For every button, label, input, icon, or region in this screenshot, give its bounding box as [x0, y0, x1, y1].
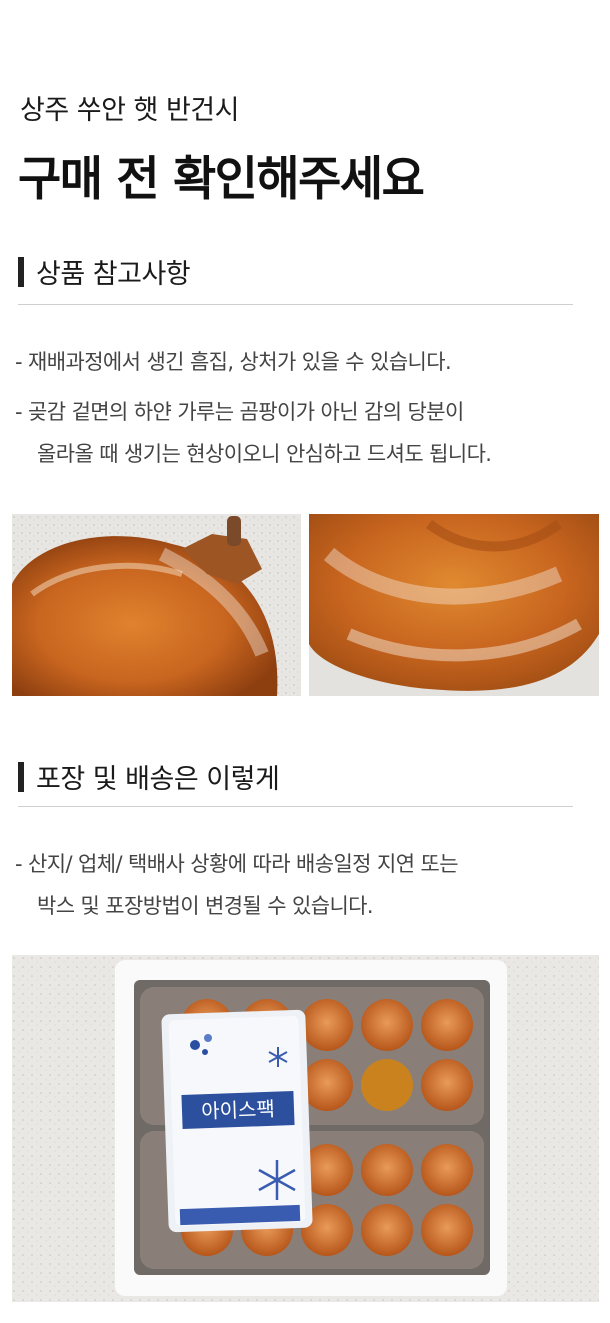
heading-bar: [18, 761, 24, 792]
note-line: - 재배과정에서 생긴 흠집, 상처가 있을 수 있습니다.: [15, 350, 452, 374]
persimmon-closeup-photo-right: [309, 514, 599, 696]
icepack-label: 아이스팩: [201, 1097, 275, 1124]
section-heading-packaging: 포장 및 배송은 이렇게: [18, 757, 280, 796]
note-line: 올라올 때 생기는 현상이오니 안심하고 드셔도 됩니다.: [37, 442, 492, 466]
section-heading-product-notes: 상품 참고사항: [18, 252, 191, 291]
section-divider: [18, 806, 573, 807]
note-line: - 산지/ 업체/ 택배사 상황에 따라 배송일정 지연 또는: [15, 852, 459, 876]
page-title: 구매 전 확인해주세요: [18, 152, 425, 207]
heading-bar: [18, 256, 24, 287]
section-divider: [18, 304, 573, 305]
section-heading-label: 상품 참고사항: [36, 259, 191, 290]
note-item: - 산지/ 업체/ 택배사 상황에 따라 배송일정 지연 또는 박스 및 포장방…: [15, 843, 459, 927]
note-item: - 곶감 겉면의 하얀 가루는 곰팡이가 아닌 감의 당분이 올라올 때 생기는…: [15, 391, 492, 475]
note-line: 박스 및 포장방법이 변경될 수 있습니다.: [37, 894, 374, 918]
note-item: - 재배과정에서 생긴 흠집, 상처가 있을 수 있습니다.: [15, 341, 452, 383]
page-subtitle: 상주 쑤안 햇 반건시: [20, 95, 239, 126]
package-photo: 아이스팩: [12, 955, 599, 1302]
section-heading-label: 포장 및 배송은 이렇게: [36, 764, 280, 795]
note-line: - 곶감 겉면의 하얀 가루는 곰팡이가 아닌 감의 당분이: [15, 400, 464, 424]
persimmon-closeup-photo-left: [12, 514, 301, 696]
